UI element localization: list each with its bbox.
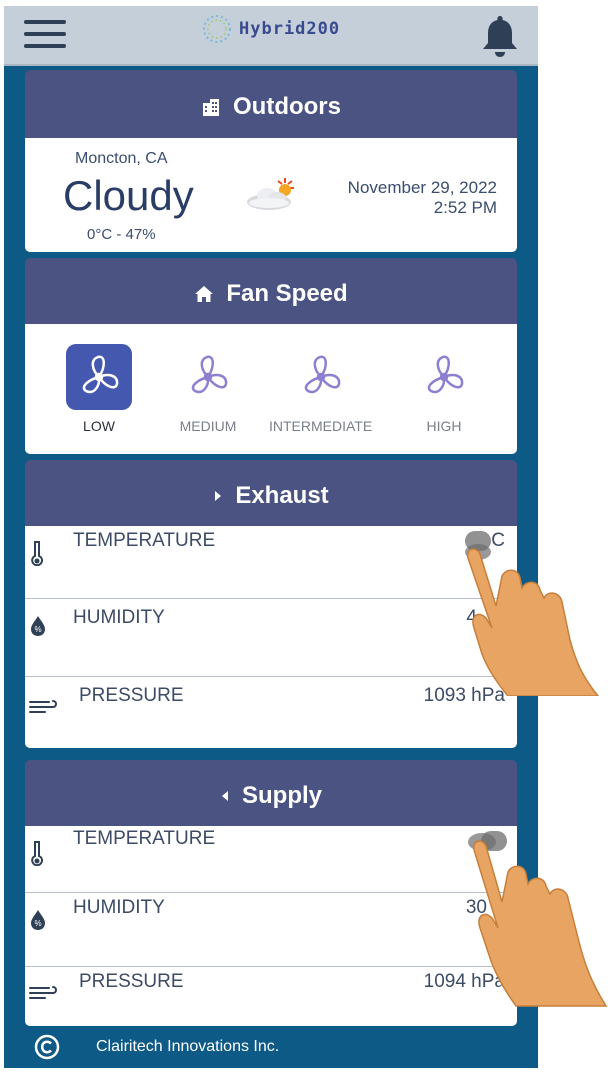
fan-option-intermediate[interactable]: INTERMEDIATE xyxy=(269,344,372,434)
fan-speed-header: Fan Speed xyxy=(25,258,517,324)
fan-medium-button[interactable] xyxy=(175,344,241,410)
outdoors-title: Outdoors xyxy=(233,93,341,120)
humidity-drop-icon: % xyxy=(31,616,45,636)
fan-intermediate-button[interactable] xyxy=(288,344,354,410)
fan-speed-card: LOW MEDIUM INTERMEDIATE HIGH xyxy=(25,324,517,454)
fan-option-medium[interactable]: MEDIUM xyxy=(175,344,241,434)
menu-icon[interactable] xyxy=(24,20,66,52)
wind-icon xyxy=(29,986,57,999)
exhaust-temperature-row: TEMPERATURE C xyxy=(25,526,517,598)
fan-speed-title: Fan Speed xyxy=(226,280,348,307)
footer: Clairitech Innovations Inc. xyxy=(4,1028,538,1068)
outdoors-card: Moncton, CA Cloudy 0°C - 47% November 29… xyxy=(25,138,517,252)
outdoors-header: Outdoors xyxy=(25,70,517,138)
fan-option-low[interactable]: LOW xyxy=(66,344,132,434)
supply-temperature-row: TEMPERATURE xyxy=(25,826,517,890)
exhaust-pressure-row: PRESSURE 1093 hPa xyxy=(25,677,517,748)
app-brand: Hybrid200 xyxy=(201,12,340,46)
app-title: Hybrid200 xyxy=(239,19,341,39)
date-label: November 29, 2022 xyxy=(347,178,497,197)
fan-option-high[interactable]: HIGH xyxy=(411,344,477,434)
fan-label-low: LOW xyxy=(83,418,115,434)
home-icon xyxy=(194,285,214,303)
copyright-icon xyxy=(34,1034,60,1060)
supply-pressure-row: PRESSURE 1094 hPa xyxy=(25,967,517,1026)
fan-label-medium: MEDIUM xyxy=(179,418,237,434)
reading-label: HUMIDITY xyxy=(73,897,165,918)
fan-icon xyxy=(427,355,464,394)
top-app-bar: Hybrid200 xyxy=(4,6,538,66)
fan-label-high: HIGH xyxy=(426,418,462,434)
bell-icon[interactable] xyxy=(480,12,520,60)
partly-cloudy-icon xyxy=(247,178,294,210)
weather-condition: Cloudy xyxy=(63,172,194,219)
fan-label-intermediate: INTERMEDIATE xyxy=(269,418,373,434)
fan-icon xyxy=(191,355,228,394)
time-label: 2:52 PM xyxy=(433,198,497,217)
humidity-drop-icon: % xyxy=(31,910,45,930)
location-label: Moncton, CA xyxy=(75,150,168,167)
temperature-humidity: 0°C - 47% xyxy=(87,226,156,243)
wind-icon xyxy=(29,700,57,713)
fan-high-button[interactable] xyxy=(411,344,477,410)
supply-header[interactable]: Supply xyxy=(25,760,517,826)
footer-text: Clairitech Innovations Inc. xyxy=(96,1038,280,1055)
supply-humidity-row: % HUMIDITY 30 xyxy=(25,893,517,965)
brand-logo-icon xyxy=(203,15,231,43)
svg-text:%: % xyxy=(34,919,41,928)
reading-label: HUMIDITY xyxy=(73,607,165,628)
exhaust-humidity-row: % HUMIDITY 4 xyxy=(25,599,517,676)
fan-icon xyxy=(304,355,340,394)
building-icon xyxy=(201,97,221,117)
reading-label: PRESSURE xyxy=(79,685,184,706)
supply-title: Supply xyxy=(241,782,322,809)
fan-icon xyxy=(82,355,119,394)
supply-card: TEMPERATURE % HUMIDITY 30 PRESSURE 1094 … xyxy=(25,826,517,1026)
thermometer-icon xyxy=(31,541,44,566)
exhaust-header[interactable]: Exhaust xyxy=(25,460,517,526)
svg-text:%: % xyxy=(34,625,41,634)
reading-label: PRESSURE xyxy=(79,971,184,992)
hand-pointer-icon xyxy=(465,544,599,696)
exhaust-title: Exhaust xyxy=(235,482,329,509)
reading-label: TEMPERATURE xyxy=(73,828,216,849)
hand-pointer-icon xyxy=(468,833,608,1007)
thermometer-icon xyxy=(31,841,44,866)
reading-label: TEMPERATURE xyxy=(73,530,216,551)
exhaust-card: TEMPERATURE C % HUMIDITY 4 PRESSURE 1093… xyxy=(25,526,517,748)
caret-right-icon xyxy=(213,490,223,502)
fan-low-button[interactable] xyxy=(66,344,132,410)
caret-left-icon xyxy=(220,790,230,802)
date-time: November 29, 2022 2:52 PM xyxy=(315,178,497,218)
